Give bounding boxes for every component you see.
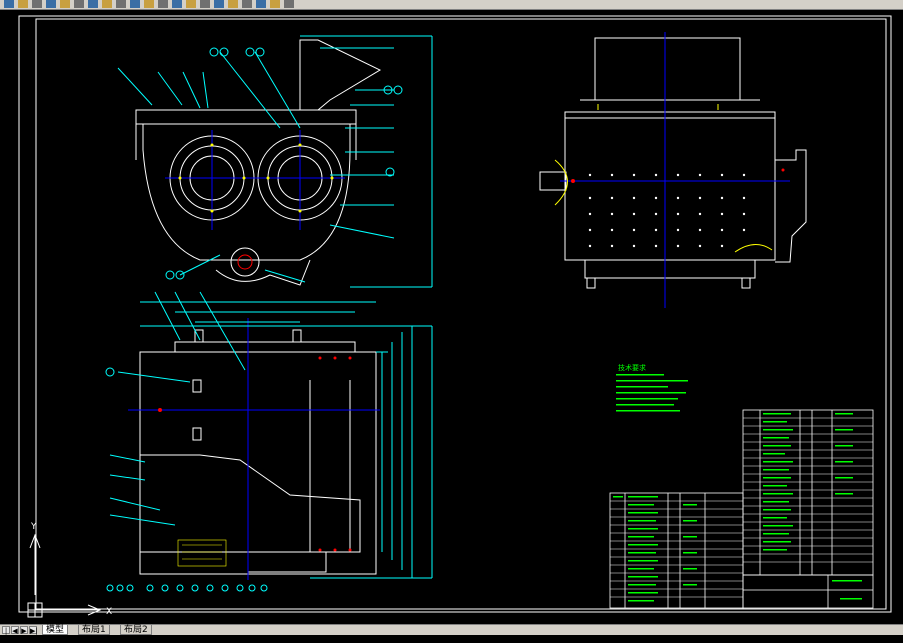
plan-view-red-marks [158, 356, 352, 552]
side-view [539, 37, 807, 289]
open-icon[interactable] [18, 0, 28, 8]
zoom-icon[interactable] [172, 0, 182, 8]
notes-title: 技术要求 [618, 363, 646, 372]
front-view-leaders [117, 35, 433, 288]
redo-icon[interactable] [144, 0, 154, 8]
design-center-icon[interactable] [228, 0, 238, 8]
save-icon[interactable] [32, 0, 42, 8]
copy-icon[interactable] [88, 0, 98, 8]
next-tab-button[interactable]: ▶ [20, 626, 28, 635]
ucs-y-label: Y [30, 522, 37, 532]
undo-icon[interactable] [130, 0, 140, 8]
parts-list-rows [610, 417, 873, 598]
plan-view-yellow-hatch [177, 539, 227, 567]
plan-view [139, 329, 377, 575]
zoom-window-icon[interactable] [186, 0, 196, 8]
print-icon[interactable] [46, 0, 56, 8]
side-view-details [554, 104, 773, 253]
sheet-frame-inner [35, 18, 887, 610]
drawing-canvas[interactable]: 技术要求 Y X [0, 9, 903, 624]
pan-icon[interactable] [158, 0, 168, 8]
cut-icon[interactable] [74, 0, 84, 8]
layout-tab-bar: |◀ ◀ ▶ ▶| 模型 布局1 布局2 [0, 624, 903, 643]
match-icon[interactable] [116, 0, 126, 8]
first-tab-button[interactable]: |◀ [2, 626, 10, 643]
plan-view-centerlines [128, 318, 380, 580]
front-view [135, 39, 382, 286]
ucs-x-label: X [106, 607, 112, 617]
new-icon[interactable] [4, 0, 14, 8]
plan-view-dimensions [105, 291, 433, 592]
sheet-set-icon[interactable] [256, 0, 266, 8]
markup-icon[interactable] [270, 0, 280, 8]
last-tab-button[interactable]: ▶| [29, 626, 38, 635]
zoom-previous-icon[interactable] [200, 0, 210, 8]
paste-icon[interactable] [102, 0, 112, 8]
properties-icon[interactable] [214, 0, 224, 8]
preview-icon[interactable] [60, 0, 70, 8]
tool-palette-icon[interactable] [242, 0, 252, 8]
prev-tab-button[interactable]: ◀ [11, 626, 19, 635]
calculator-icon[interactable] [284, 0, 294, 8]
side-view-holes [588, 173, 746, 248]
ucs-icon [27, 533, 102, 618]
technical-notes: 技术要求 [616, 363, 688, 412]
